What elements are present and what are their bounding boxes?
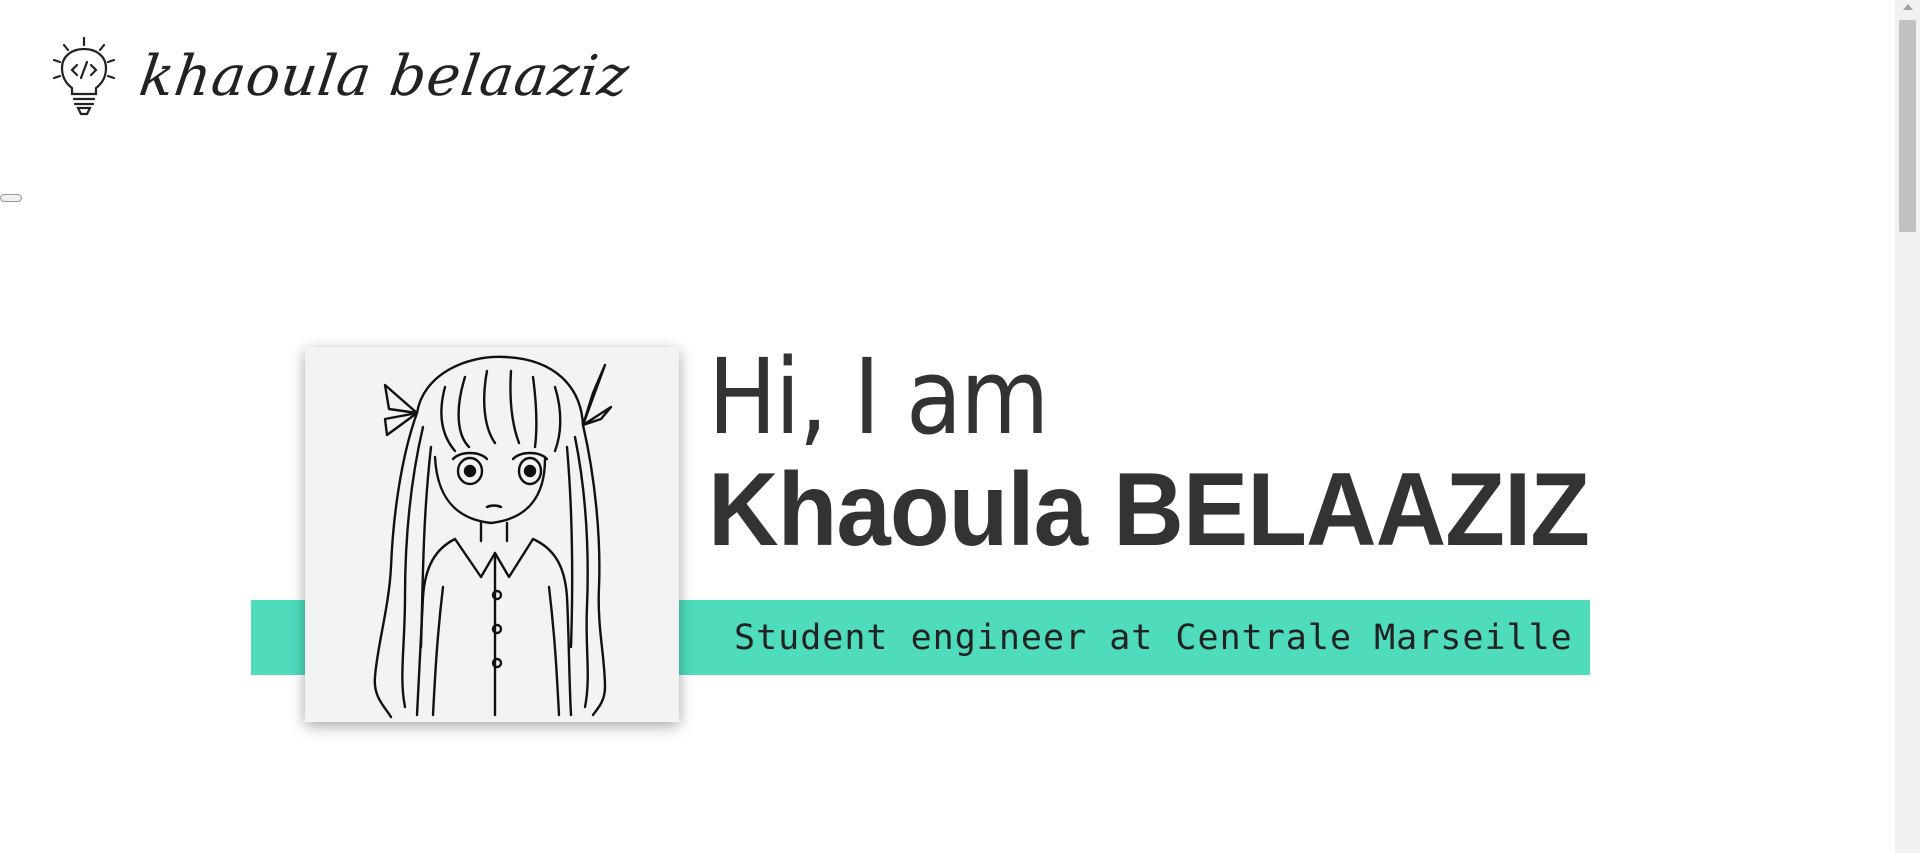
scroll-up-icon[interactable] — [1903, 4, 1913, 10]
hero-name: Khaoula BELAAZIZ — [708, 452, 1590, 568]
page: khaoula belaaziz Hi, I am Khaoula BELAAZ… — [0, 0, 1920, 853]
logo-text: khaoula belaaziz — [135, 44, 634, 109]
lightbulb-code-icon — [52, 36, 116, 116]
site-logo[interactable]: khaoula belaaziz — [50, 36, 633, 118]
scrollbar-thumb[interactable] — [1899, 20, 1916, 232]
hero-subtitle: Student engineer at Centrale Marseille — [734, 618, 1573, 658]
hero-greeting: Hi, I am — [708, 336, 1049, 458]
avatar — [305, 347, 679, 722]
page-scrollbar[interactable] — [1895, 0, 1920, 853]
menu-toggle-button[interactable] — [0, 194, 22, 202]
avatar-illustration — [305, 347, 679, 722]
